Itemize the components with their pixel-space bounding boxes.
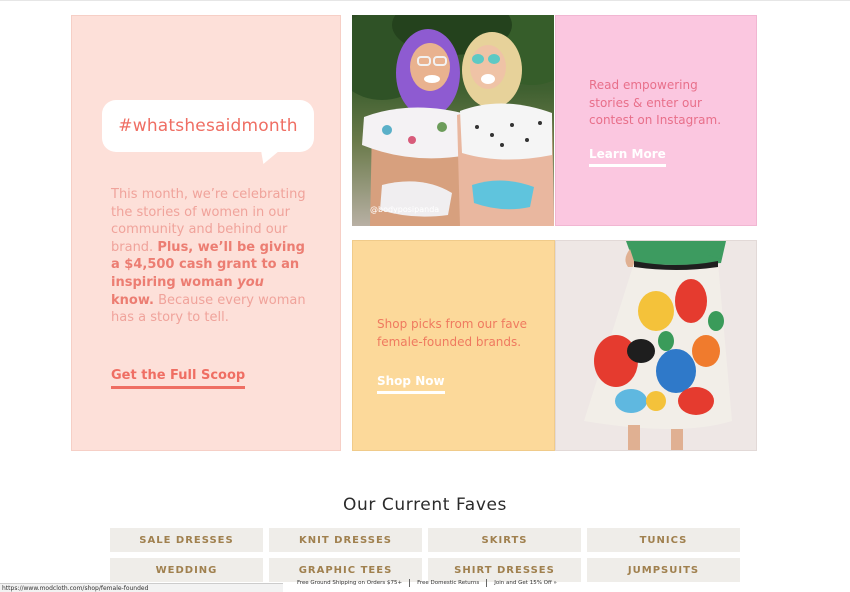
- floral-skirt-illustration: [556, 241, 756, 450]
- category-skirts[interactable]: SKIRTS: [428, 528, 581, 552]
- female-founded-text: Shop picks from our fave female-founded …: [377, 317, 528, 349]
- promo-description: This month, we’re celebrating the storie…: [111, 186, 311, 327]
- our-current-faves-heading: Our Current Faves: [342, 495, 507, 515]
- hashtag-speech-bubble: #whatshesaidmonth: [102, 100, 314, 152]
- instagram-contest-tile: Read empowering stories & enter our cont…: [555, 15, 757, 226]
- browser-status-url: https://www.modcloth.com/shop/female-fou…: [0, 583, 283, 592]
- shop-now-link[interactable]: Shop Now: [377, 374, 445, 394]
- category-tunics[interactable]: TUNICS: [587, 528, 740, 552]
- join-discount-promo[interactable]: Join and Get 15% Off »: [494, 578, 557, 588]
- hashtag-text: #whatshesaidmonth: [118, 116, 298, 136]
- two-women-photo-illustration: [352, 15, 554, 226]
- speech-bubble-tail: [255, 148, 283, 164]
- promo-bar: Free Ground Shipping on Orders $75+ Free…: [297, 578, 557, 588]
- female-founded-brands-tile: Shop picks from our fave female-founded …: [352, 240, 555, 451]
- floral-skirt-photo[interactable]: [555, 240, 757, 451]
- photo-credit-caption: @bodyposipanda: [370, 205, 440, 214]
- category-wedding[interactable]: WEDDING: [110, 558, 263, 582]
- get-full-scoop-link[interactable]: Get the Full Scoop: [111, 368, 246, 389]
- free-shipping-promo[interactable]: Free Ground Shipping on Orders $75+: [297, 578, 402, 588]
- promo-divider: [486, 579, 488, 587]
- category-sale-dresses[interactable]: SALE DRESSES: [110, 528, 263, 552]
- whatshesaid-promo-panel: #whatshesaidmonth This month, we’re cele…: [71, 15, 341, 451]
- category-jumpsuits[interactable]: JUMPSUITS: [587, 558, 740, 582]
- instagram-photo[interactable]: @bodyposipanda: [352, 15, 554, 226]
- learn-more-link[interactable]: Learn More: [589, 147, 666, 167]
- category-knit-dresses[interactable]: KNIT DRESSES: [269, 528, 422, 552]
- promo-divider: [409, 579, 411, 587]
- top-divider: [0, 0, 850, 1]
- instagram-contest-text: Read empowering stories & enter our cont…: [589, 78, 722, 127]
- free-returns-promo[interactable]: Free Domestic Returns: [417, 578, 479, 588]
